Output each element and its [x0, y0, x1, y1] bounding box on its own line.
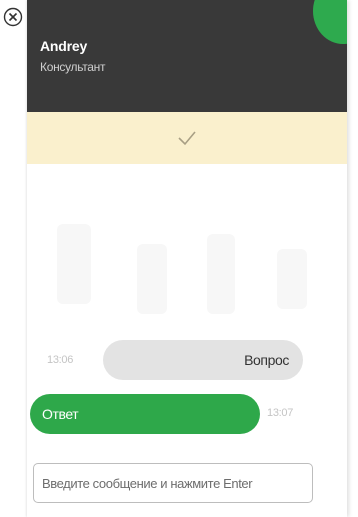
background-decoration: [137, 244, 167, 314]
message-input[interactable]: [33, 463, 313, 503]
background-decoration: [57, 224, 91, 304]
status-banner: [27, 112, 347, 164]
chat-widget: Andrey Консультант 13:06 Вопрос Ответ 13…: [27, 0, 347, 517]
message-time: 13:06: [47, 354, 74, 366]
agent-role: Консультант: [40, 60, 106, 74]
outgoing-message: Ответ: [30, 394, 260, 434]
composer: [27, 454, 347, 517]
message-text: Вопрос: [244, 352, 289, 368]
check-icon: [178, 131, 196, 146]
background-decoration: [277, 249, 307, 309]
chat-header: Andrey Консультант: [27, 0, 347, 112]
message-time: 13:07: [267, 407, 294, 419]
page: Andrey Консультант 13:06 Вопрос Ответ 13…: [0, 0, 358, 517]
message-list[interactable]: 13:06 Вопрос Ответ 13:07: [27, 164, 347, 454]
background-decoration: [207, 234, 235, 314]
close-button[interactable]: [2, 6, 24, 28]
agent-name: Andrey: [40, 38, 88, 54]
header-accent-shape: [313, 0, 347, 44]
close-icon: [3, 7, 23, 27]
incoming-message: Вопрос: [103, 340, 303, 380]
message-text: Ответ: [42, 406, 79, 422]
